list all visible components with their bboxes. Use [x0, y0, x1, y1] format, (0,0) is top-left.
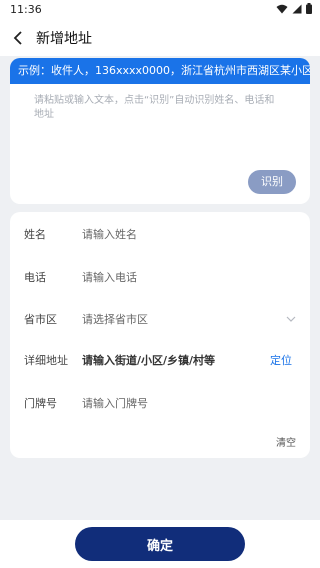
- status-icons: [276, 3, 312, 14]
- battery-icon: [306, 3, 312, 14]
- chevron-left-icon: [13, 31, 22, 45]
- status-time: 11:36: [10, 3, 42, 16]
- phone-input[interactable]: [82, 265, 262, 289]
- app-bar: 新增地址: [0, 20, 320, 56]
- address-form: 姓名 电话 省市区 请选择省市区 详细地址 定位 门牌号 清空: [10, 212, 310, 458]
- region-placeholder: 请选择省市区: [82, 313, 148, 326]
- address-input[interactable]: [82, 348, 262, 372]
- name-label: 姓名: [24, 228, 46, 241]
- address-row: 详细地址 定位: [10, 342, 310, 378]
- example-banner: 示例：收件人，136xxxx0000，浙江省杭州市西湖区某小区: [10, 58, 310, 84]
- status-bar: 11:36: [0, 0, 320, 20]
- name-input[interactable]: [82, 222, 262, 246]
- chevron-down-icon: [286, 316, 296, 322]
- region-select[interactable]: 省市区 请选择省市区: [10, 301, 310, 337]
- region-label: 省市区: [24, 313, 57, 326]
- name-row: 姓名: [10, 216, 310, 252]
- back-button[interactable]: [8, 28, 28, 48]
- wifi-icon: [276, 4, 288, 13]
- paste-text-input[interactable]: [20, 94, 290, 174]
- recognize-button[interactable]: 识别: [248, 170, 296, 194]
- page-title: 新增地址: [36, 31, 92, 47]
- signal-icon: [292, 4, 302, 13]
- door-label: 门牌号: [24, 397, 57, 410]
- door-number-input[interactable]: [82, 391, 262, 415]
- door-row: 门牌号: [10, 385, 310, 421]
- clear-button[interactable]: 清空: [276, 434, 296, 449]
- address-label: 详细地址: [24, 354, 68, 367]
- smart-recognize-card: 示例：收件人，136xxxx0000，浙江省杭州市西湖区某小区 识别: [10, 58, 310, 204]
- confirm-button[interactable]: 确定: [75, 527, 245, 561]
- phone-label: 电话: [24, 271, 46, 284]
- locate-button[interactable]: 定位: [270, 352, 292, 368]
- bottom-bar: 确定: [0, 520, 320, 568]
- phone-row: 电话: [10, 259, 310, 295]
